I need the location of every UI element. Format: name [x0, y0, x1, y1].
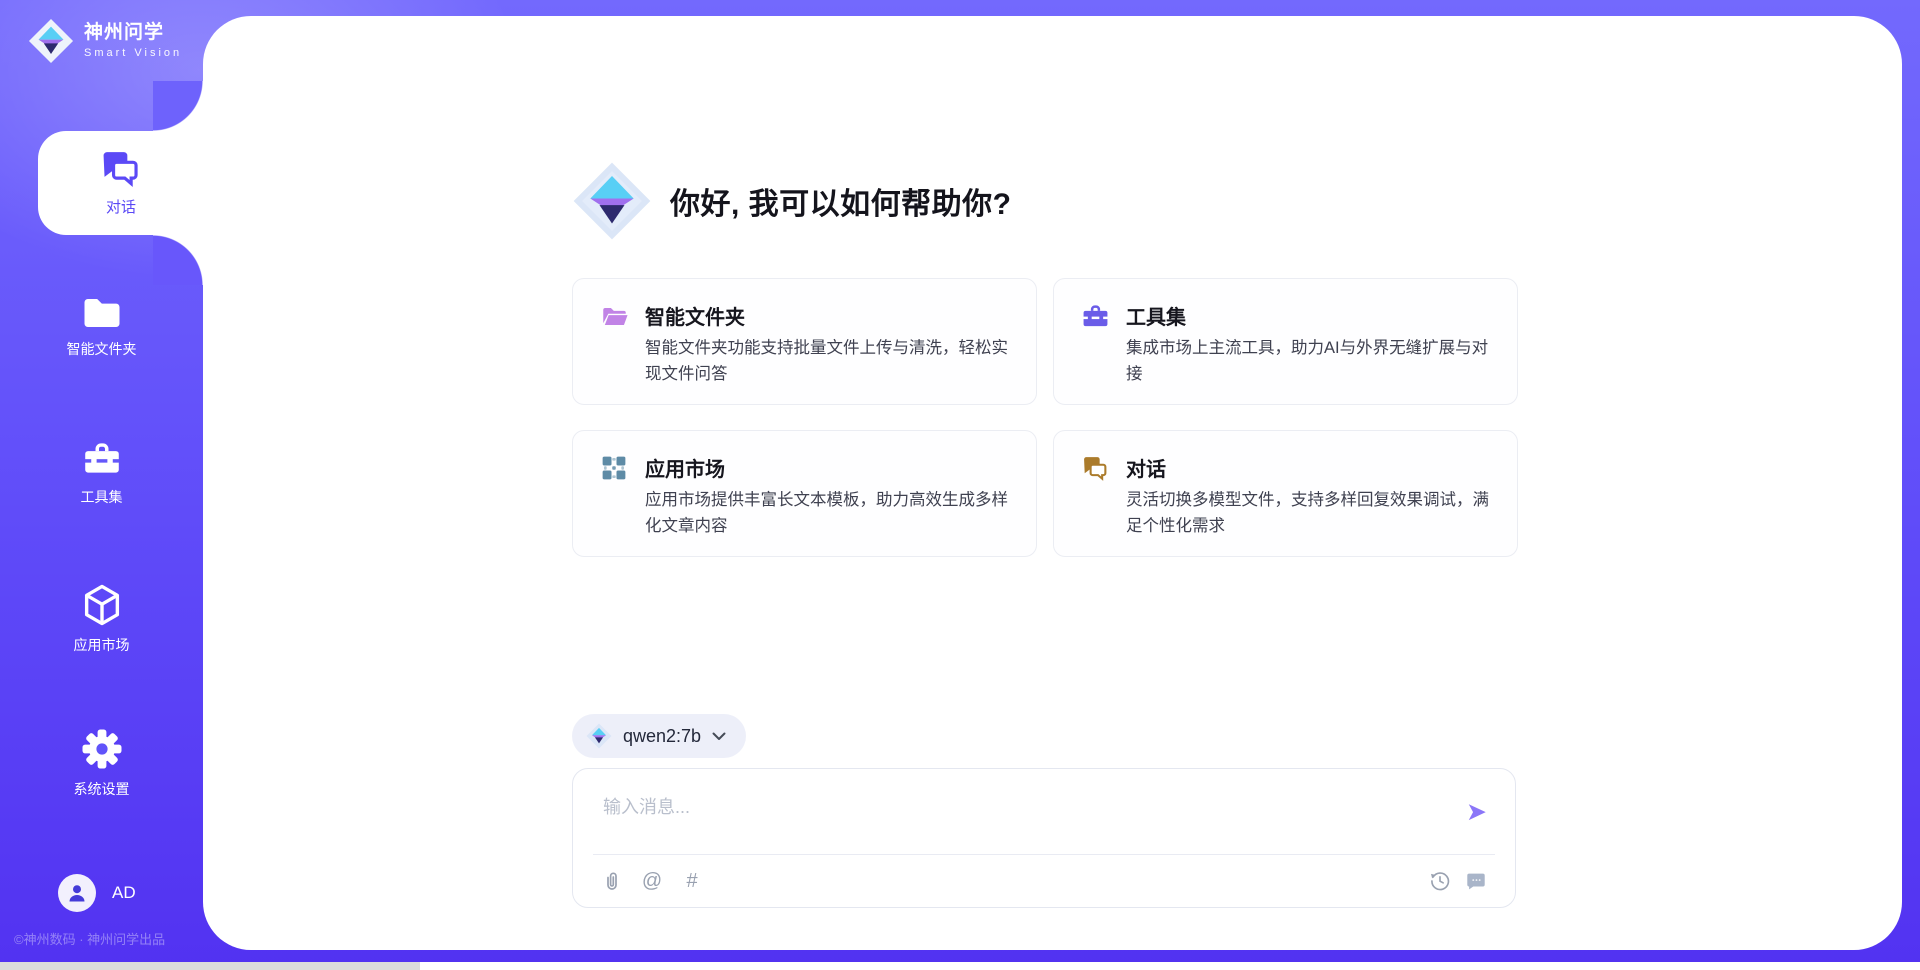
- message-input[interactable]: [601, 791, 1445, 847]
- tab-fillet-bottom: [153, 235, 203, 285]
- gear-icon: [81, 728, 123, 770]
- model-diamond-icon: [586, 723, 612, 749]
- card-title: 智能文件夹: [645, 301, 745, 330]
- composer-toolbar-right: [1429, 870, 1487, 892]
- sidebar-item-label: 对话: [106, 196, 136, 217]
- sidebar-item-settings[interactable]: 系统设置: [0, 728, 203, 799]
- sidebar-item-label: 工具集: [81, 487, 123, 507]
- sidebar: 神州问学 Smart Vision 对话 智能文件夹: [0, 0, 203, 970]
- card-desc: 灵活切换多模型文件，支持多样回复效果调试，满足个性化需求: [1126, 487, 1504, 539]
- brand-diamond-icon: [28, 18, 74, 64]
- greeting-text: 你好, 我可以如何帮助你?: [670, 179, 1012, 223]
- sidebar-item-chat[interactable]: 对话: [38, 131, 204, 235]
- composer-toolbar: @ #: [593, 854, 1495, 907]
- grid-icon: [601, 455, 627, 481]
- attachment-paperclip-icon[interactable]: [601, 870, 623, 892]
- model-name: qwen2:7b: [623, 726, 701, 747]
- user-name: AD: [112, 883, 136, 903]
- tab-fillet-top: [153, 81, 203, 131]
- toolbox-icon: [82, 440, 122, 478]
- card-app-market[interactable]: 应用市场 应用市场提供丰富长文本模板，助力高效生成多样化文章内容: [572, 430, 1037, 557]
- brand-title: 神州问学: [84, 23, 182, 44]
- chevron-down-icon: [712, 732, 726, 741]
- hashtag-icon[interactable]: #: [681, 870, 703, 892]
- sidebar-item-app-market[interactable]: 应用市场: [0, 584, 203, 655]
- model-selector[interactable]: qwen2:7b: [572, 714, 746, 758]
- chat-bubbles-icon: [100, 149, 142, 187]
- main-panel: 你好, 我可以如何帮助你? 智能文件夹 智能文件夹功能支持批量文件上传与清洗，轻…: [203, 16, 1902, 950]
- mention-at-icon[interactable]: @: [641, 870, 663, 892]
- sidebar-item-label: 应用市场: [74, 635, 130, 655]
- sidebar-item-smart-folder[interactable]: 智能文件夹: [0, 296, 203, 359]
- open-folder-icon: [601, 303, 628, 330]
- sidebar-item-label: 智能文件夹: [67, 339, 137, 359]
- card-desc: 集成市场上主流工具，助力AI与外界无缝扩展与对接: [1126, 335, 1504, 387]
- brand-logo: 神州问学 Smart Vision: [28, 18, 182, 64]
- user-profile[interactable]: AD: [58, 874, 136, 912]
- card-desc: 应用市场提供丰富长文本模板，助力高效生成多样化文章内容: [645, 487, 1023, 539]
- bottom-strip: [0, 962, 1920, 970]
- sidebar-item-toolset[interactable]: 工具集: [0, 440, 203, 507]
- toolbox-icon: [1082, 303, 1109, 330]
- send-icon[interactable]: ➤: [1460, 799, 1493, 826]
- folder-icon: [82, 296, 122, 330]
- card-title: 应用市场: [645, 453, 725, 482]
- card-smart-folder[interactable]: 智能文件夹 智能文件夹功能支持批量文件上传与清洗，轻松实现文件问答: [572, 278, 1037, 405]
- card-chat[interactable]: 对话 灵活切换多模型文件，支持多样回复效果调试，满足个性化需求: [1053, 430, 1518, 557]
- brand-diamond-logo: [572, 161, 652, 241]
- card-title: 对话: [1126, 453, 1166, 482]
- sidebar-footer-text: ©神州数码 · 神州问学出品: [14, 929, 199, 948]
- avatar: [58, 874, 96, 912]
- card-toolset[interactable]: 工具集 集成市场上主流工具，助力AI与外界无缝扩展与对接: [1053, 278, 1518, 405]
- brand-subtitle: Smart Vision: [84, 47, 182, 59]
- card-title: 工具集: [1126, 301, 1186, 330]
- card-desc: 智能文件夹功能支持批量文件上传与清洗，轻松实现文件问答: [645, 335, 1023, 387]
- chat-bubble-filled-icon[interactable]: [1465, 870, 1487, 892]
- chat-bubbles-icon: [1082, 455, 1109, 482]
- history-icon[interactable]: [1429, 870, 1451, 892]
- brand-text: 神州问学 Smart Vision: [84, 23, 182, 60]
- greeting-block: 你好, 我可以如何帮助你?: [572, 161, 1012, 241]
- app-root: { "sidebar": { "logo": { "title": "神州问学"…: [0, 0, 1920, 970]
- cube-icon: [82, 584, 122, 626]
- person-icon: [65, 881, 89, 905]
- sidebar-item-label: 系统设置: [74, 779, 130, 799]
- bottom-strip-left: [0, 962, 420, 970]
- message-composer: ➤ @ #: [572, 768, 1516, 908]
